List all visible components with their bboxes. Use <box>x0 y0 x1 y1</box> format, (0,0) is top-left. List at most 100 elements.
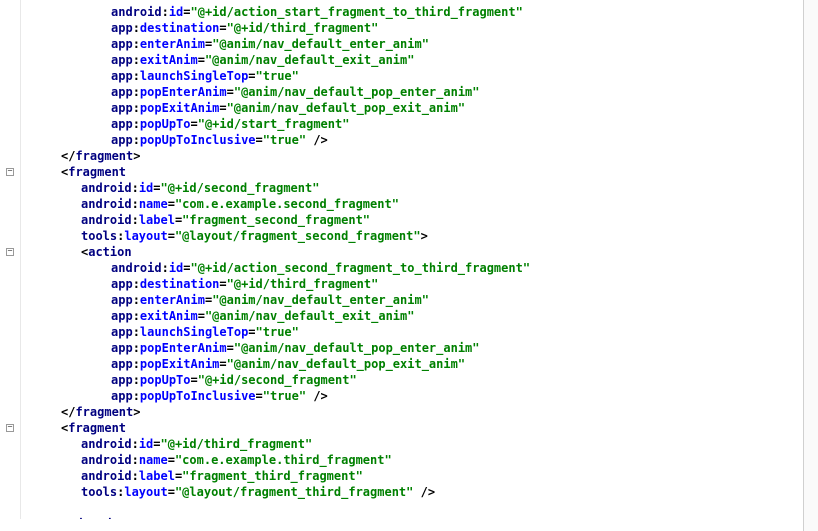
eq-token: = <box>227 85 234 99</box>
eq-token: = <box>219 101 226 115</box>
code-line[interactable]: android:label="fragment_second_fragment" <box>21 212 803 228</box>
code-line[interactable] <box>21 500 803 516</box>
str-token: "true" <box>263 389 306 403</box>
eq-token: = <box>183 5 190 19</box>
code-line[interactable]: <fragment <box>21 164 803 180</box>
str-token: "fragment_third_fragment" <box>182 469 363 483</box>
code-line[interactable]: app:popUpToInclusive="true" /> <box>21 132 803 148</box>
code-line[interactable]: app:popUpToInclusive="true" /> <box>21 388 803 404</box>
punct-token: : <box>133 357 140 371</box>
code-line[interactable]: </fragment> <box>21 148 803 164</box>
code-area[interactable]: <actionandroid:id="@+id/action_start_fra… <box>21 0 803 519</box>
str-token: "@+id/action_second_fragment_to_third_fr… <box>191 261 531 275</box>
punct-token: : <box>133 341 140 355</box>
punct-token: </ <box>61 149 75 163</box>
punct-token: </ <box>41 517 55 519</box>
eq-token: = <box>153 437 160 451</box>
ns-token: android <box>81 469 132 483</box>
eq-token: = <box>168 197 175 211</box>
punct-token: : <box>133 101 140 115</box>
pfx-token: popUpTo <box>140 373 191 387</box>
str-token: "@anim/nav_default_pop_exit_anim" <box>227 357 465 371</box>
code-line[interactable]: <fragment <box>21 420 803 436</box>
punct-token: : <box>133 325 140 339</box>
fold-toggle-icon[interactable] <box>6 168 14 176</box>
code-line[interactable]: app:destination="@+id/third_fragment" <box>21 20 803 36</box>
pfx-token: launchSingleTop <box>140 69 248 83</box>
eq-token: = <box>256 133 263 147</box>
code-line[interactable]: app:enterAnim="@anim/nav_default_enter_a… <box>21 36 803 52</box>
ns-token: app <box>111 133 133 147</box>
punct-token: : <box>132 197 139 211</box>
str-token: "@anim/nav_default_enter_anim" <box>212 293 429 307</box>
code-line[interactable]: app:popExitAnim="@anim/nav_default_pop_e… <box>21 356 803 372</box>
str-token: "fragment_second_fragment" <box>182 213 370 227</box>
ns-token: app <box>111 373 133 387</box>
code-line[interactable]: android:id="@+id/action_second_fragment_… <box>21 260 803 276</box>
code-editor[interactable]: <actionandroid:id="@+id/action_start_fra… <box>0 0 818 531</box>
ns-token: app <box>111 53 133 67</box>
str-token: "com.e.example.third_fragment" <box>175 453 392 467</box>
code-line[interactable]: android:id="@+id/second_fragment" <box>21 180 803 196</box>
fold-toggle-icon[interactable] <box>6 248 14 256</box>
punct-token: : <box>162 5 169 19</box>
code-line[interactable]: app:destination="@+id/third_fragment" <box>21 276 803 292</box>
pfx-token: enterAnim <box>140 293 205 307</box>
code-line[interactable]: android:id="@+id/third_fragment" <box>21 436 803 452</box>
str-token: "@anim/nav_default_pop_enter_anim" <box>234 85 480 99</box>
code-line[interactable]: android:name="com.e.example.second_fragm… <box>21 196 803 212</box>
code-line[interactable]: tools:layout="@layout/fragment_second_fr… <box>21 228 803 244</box>
str-token: "@+id/third_fragment" <box>227 277 379 291</box>
code-line[interactable]: </navigation> <box>21 516 803 519</box>
ns-token: android <box>81 181 132 195</box>
code-line[interactable]: app:launchSingleTop="true" <box>21 324 803 340</box>
ns-token: app <box>111 357 133 371</box>
code-line[interactable]: android:id="@+id/action_start_fragment_t… <box>21 4 803 20</box>
ns-token: app <box>111 325 133 339</box>
code-line[interactable]: tools:layout="@layout/fragment_third_fra… <box>21 484 803 500</box>
punct-token: /> <box>306 389 328 403</box>
punct-token: : <box>133 85 140 99</box>
fold-toggle-icon[interactable] <box>6 424 14 432</box>
str-token: "@+id/action_start_fragment_to_third_fra… <box>191 5 523 19</box>
punct-token: : <box>133 21 140 35</box>
fold-gutter[interactable] <box>0 0 21 519</box>
tag-token: fragment <box>68 165 126 179</box>
str-token: "@anim/nav_default_pop_exit_anim" <box>227 101 465 115</box>
punct-token: : <box>133 277 140 291</box>
eq-token: = <box>191 373 198 387</box>
pfx-token: exitAnim <box>140 309 198 323</box>
code-line[interactable]: app:exitAnim="@anim/nav_default_exit_ani… <box>21 308 803 324</box>
code-line[interactable]: <action <box>21 244 803 260</box>
punct-token: > <box>128 517 135 519</box>
tag-token: fragment <box>68 421 126 435</box>
ns-token: android <box>81 437 132 451</box>
punct-token: > <box>133 149 140 163</box>
ns-token: app <box>111 341 133 355</box>
code-line[interactable]: app:popEnterAnim="@anim/nav_default_pop_… <box>21 340 803 356</box>
code-line[interactable]: app:popExitAnim="@anim/nav_default_pop_e… <box>21 100 803 116</box>
code-line[interactable]: </fragment> <box>21 404 803 420</box>
ns-token: app <box>111 85 133 99</box>
code-line[interactable]: app:launchSingleTop="true" <box>21 68 803 84</box>
str-token: "@+id/second_fragment" <box>161 181 320 195</box>
code-line[interactable]: app:popUpTo="@+id/start_fragment" <box>21 116 803 132</box>
punct-token: : <box>133 37 140 51</box>
pfx-token: id <box>169 5 183 19</box>
ns-token: app <box>111 117 133 131</box>
code-line[interactable]: app:popUpTo="@+id/second_fragment" <box>21 372 803 388</box>
pfx-token: destination <box>140 277 219 291</box>
ns-token: app <box>111 21 133 35</box>
code-line[interactable]: android:label="fragment_third_fragment" <box>21 468 803 484</box>
code-line[interactable]: app:exitAnim="@anim/nav_default_exit_ani… <box>21 52 803 68</box>
punct-token: > <box>133 405 140 419</box>
code-line[interactable]: android:name="com.e.example.third_fragme… <box>21 452 803 468</box>
code-line[interactable]: app:popEnterAnim="@anim/nav_default_pop_… <box>21 84 803 100</box>
code-line[interactable]: app:enterAnim="@anim/nav_default_enter_a… <box>21 292 803 308</box>
pfx-token: id <box>139 437 153 451</box>
eq-token: = <box>227 341 234 355</box>
tag-token: navigation <box>55 517 127 519</box>
ns-token: app <box>111 277 133 291</box>
eq-token: = <box>248 325 255 339</box>
eq-token: = <box>153 181 160 195</box>
